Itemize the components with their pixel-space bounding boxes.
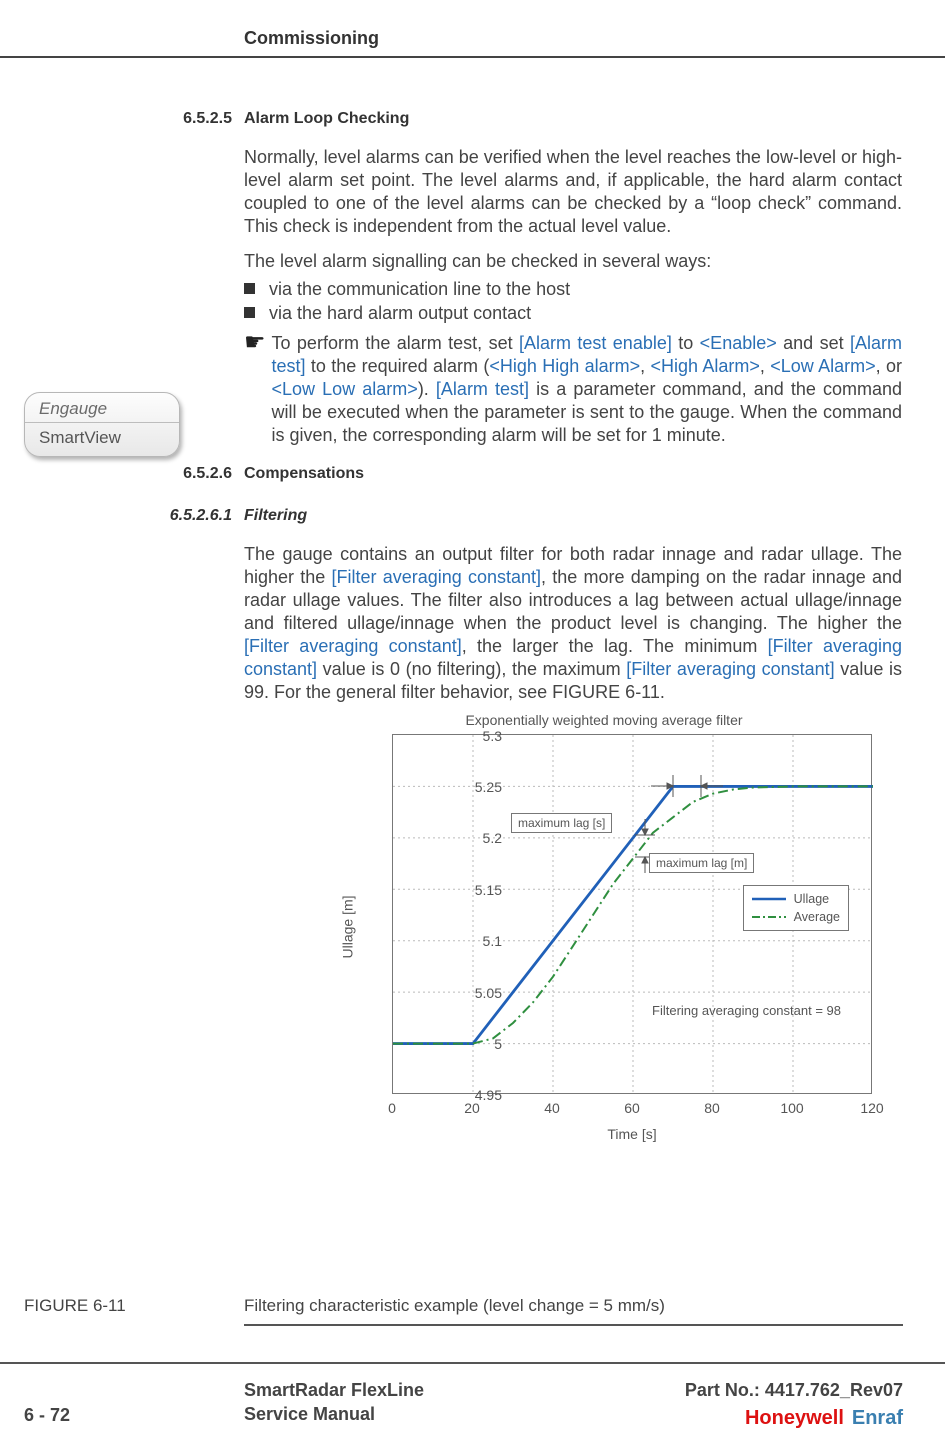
xtick: 100 bbox=[772, 1100, 812, 1116]
ytick: 5.15 bbox=[422, 882, 502, 898]
section-number-6526: 6.5.2.6 bbox=[42, 465, 232, 483]
section-title-alarm-loop: Alarm Loop Checking bbox=[244, 110, 902, 128]
ytick: 5 bbox=[422, 1036, 502, 1052]
ytick: 5.3 bbox=[422, 728, 502, 744]
filter-chart: Exponentially weighted moving average fi… bbox=[306, 712, 902, 1142]
figure-rule bbox=[244, 1324, 903, 1326]
enraf-logo: Enraf bbox=[852, 1407, 903, 1429]
para-filtering: The gauge contains an output filter for … bbox=[244, 543, 902, 704]
para-6525-2: The level alarm signalling can be checke… bbox=[244, 250, 902, 273]
chapter-title: Commissioning bbox=[244, 28, 379, 49]
xtick: 40 bbox=[532, 1100, 572, 1116]
annotation-max-lag-s: maximum lag [s] bbox=[511, 813, 612, 833]
bullet-hard-alarm: via the hard alarm output contact bbox=[244, 301, 902, 325]
legend-average: Average bbox=[794, 910, 840, 924]
chart-legend: Ullage Average bbox=[743, 885, 849, 931]
xtick: 60 bbox=[612, 1100, 652, 1116]
ytick: 5.1 bbox=[422, 933, 502, 949]
annotation-constant: Filtering averaging constant = 98 bbox=[652, 1003, 841, 1018]
footer-doc-title: SmartRadar FlexLineService Manual bbox=[244, 1379, 424, 1426]
footer-part-number: Part No.: 4417.762_Rev07 bbox=[685, 1380, 903, 1401]
xtick: 80 bbox=[692, 1100, 732, 1116]
footer-page-number: 6 - 72 bbox=[24, 1405, 70, 1426]
para-6525-1: Normally, level alarms can be verified w… bbox=[244, 146, 902, 238]
bullet-text: via the hard alarm output contact bbox=[269, 301, 531, 325]
xtick: 0 bbox=[372, 1100, 412, 1116]
xtick: 20 bbox=[452, 1100, 492, 1116]
honeywell-logo: Honeywell bbox=[745, 1407, 844, 1429]
footer-logo: Honeywell Enraf bbox=[745, 1407, 903, 1430]
figure-label: FIGURE 6-11 bbox=[24, 1296, 126, 1316]
square-bullet-icon bbox=[244, 283, 255, 294]
xtick: 120 bbox=[852, 1100, 892, 1116]
ytick: 5.2 bbox=[422, 830, 502, 846]
section-title-filtering: Filtering bbox=[244, 507, 902, 525]
annotation-max-lag-m: maximum lag [m] bbox=[649, 853, 754, 873]
section-title-compensations: Compensations bbox=[244, 465, 902, 483]
tip-text: To perform the alarm test, set [Alarm te… bbox=[272, 332, 902, 447]
legend-ullage: Ullage bbox=[794, 892, 829, 906]
section-number-65261: 6.5.2.6.1 bbox=[42, 507, 232, 525]
chart-xlabel: Time [s] bbox=[392, 1126, 872, 1142]
chart-ylabel: Ullage [m] bbox=[340, 896, 356, 959]
footer-rule bbox=[0, 1362, 945, 1364]
bullet-text: via the communication line to the host bbox=[269, 277, 570, 301]
chart-title: Exponentially weighted moving average fi… bbox=[306, 712, 902, 728]
ytick: 5.05 bbox=[422, 985, 502, 1001]
bullet-comm-line: via the communication line to the host bbox=[244, 277, 902, 301]
ytick: 5.25 bbox=[422, 779, 502, 795]
figure-caption: Filtering characteristic example (level … bbox=[244, 1296, 665, 1316]
header-rule bbox=[0, 56, 945, 58]
square-bullet-icon bbox=[244, 307, 255, 318]
tip-block: ☛ To perform the alarm test, set [Alarm … bbox=[244, 332, 902, 447]
section-number-6525: 6.5.2.5 bbox=[42, 110, 232, 128]
pointer-icon: ☛ bbox=[244, 331, 266, 355]
